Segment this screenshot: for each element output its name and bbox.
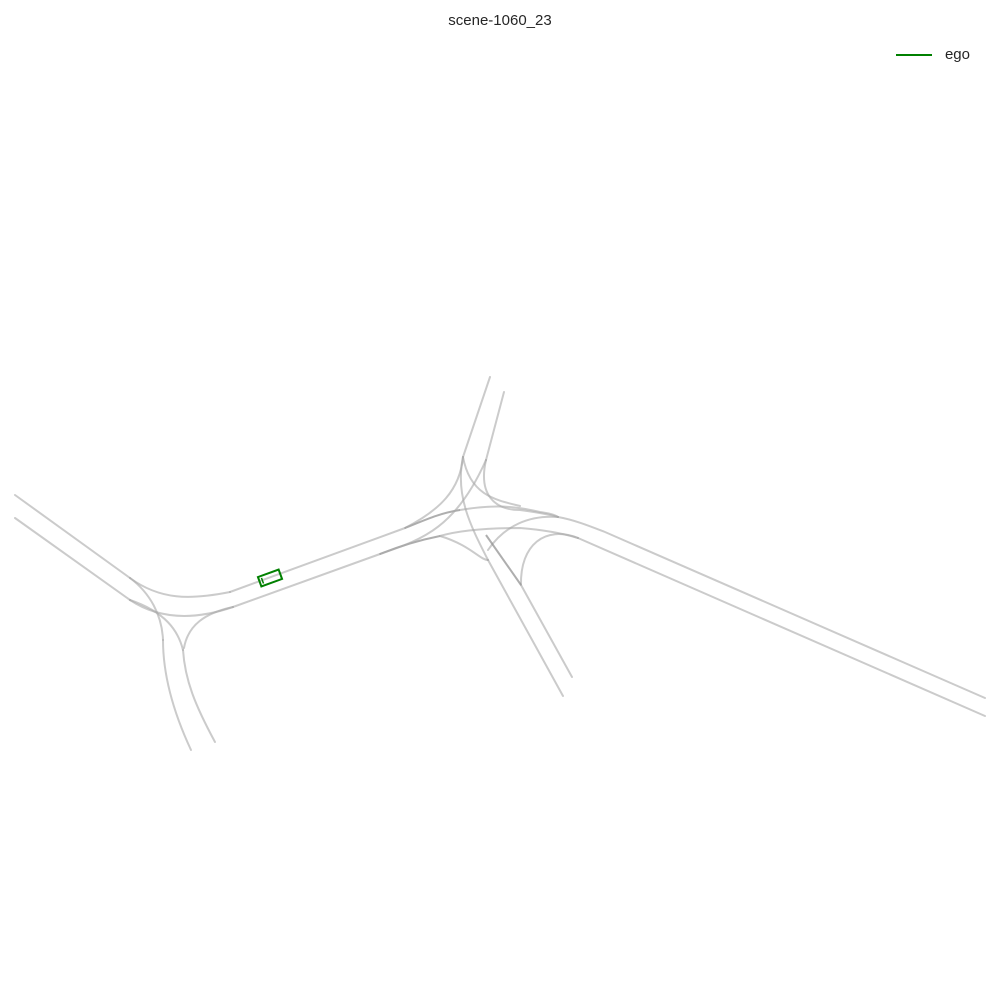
lane-center-down-2: [520, 584, 573, 678]
lane-left-upper: [14, 494, 131, 579]
legend-ego-swatch: [895, 53, 932, 56]
lane-center-diag: [485, 534, 522, 586]
lane-left-junction-curve-4: [129, 599, 184, 651]
lane-top-spur-2: [485, 391, 505, 461]
legend-ego-label: ego: [944, 46, 970, 63]
lane-right-lower: [577, 537, 986, 717]
legend: ego: [895, 46, 970, 63]
map-canvas: [14, 376, 986, 751]
lane-main-upper: [229, 527, 406, 593]
lane-left-spur-2: [182, 649, 216, 743]
lane-center-curve-10: [519, 533, 579, 586]
lane-main-upper-connector: [404, 509, 461, 529]
lane-center-curve-7: [439, 535, 489, 561]
lane-left-lower: [14, 517, 131, 601]
ego-heading-marker: [260, 577, 265, 584]
lane-left-junction-curve-1: [129, 577, 231, 598]
lane-top-spur-1: [462, 376, 491, 458]
lane-center-curve-9: [487, 515, 559, 551]
lane-center-down-1: [487, 559, 564, 697]
lane-right-upper: [557, 516, 986, 699]
lane-main-lower: [232, 553, 381, 608]
lane-left-junction-curve-2: [129, 599, 234, 618]
lane-center-curve-2: [379, 459, 487, 555]
plot-title: scene-1060_23: [448, 12, 552, 29]
lane-centerlines: [14, 376, 986, 751]
lane-left-spur-1: [162, 639, 192, 751]
